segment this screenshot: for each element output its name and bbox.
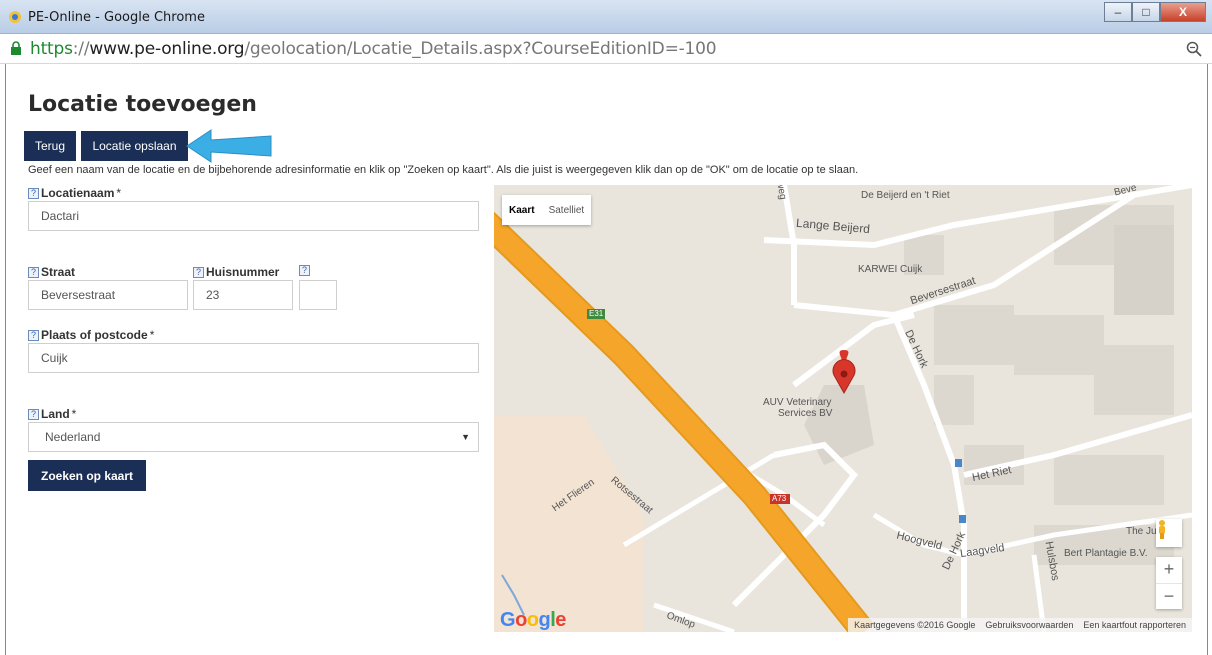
search-on-map-button[interactable]: Zoeken op kaart [28, 460, 146, 491]
help-icon[interactable]: ? [28, 408, 39, 420]
app-icon [9, 11, 21, 23]
map-label-marker-2: Services BV [778, 408, 833, 419]
pegman-figure [1159, 520, 1165, 539]
locatienaam-label: ? Locatienaam * [28, 186, 121, 200]
google-logo-letter: G [500, 609, 516, 631]
zoom-out-button[interactable]: − [1156, 582, 1182, 610]
map-label-the-ju: The Ju [1126, 526, 1157, 537]
toevoeging-input[interactable] [299, 280, 337, 310]
close-button[interactable]: X [1160, 2, 1206, 22]
minimize-button[interactable]: – [1104, 2, 1132, 22]
instruction-text: Geef een naam van de locatie en de bijbe… [28, 164, 859, 176]
map-type-control: Kaart Satelliet [502, 195, 592, 225]
map-type-kaart[interactable]: Kaart [502, 195, 542, 225]
url-scheme: https [30, 39, 73, 59]
required-marker: * [71, 407, 77, 421]
huisnummer-value: 23 [206, 288, 220, 302]
window-title: PE-Online - Google Chrome [28, 10, 205, 25]
help-icon[interactable]: ? [193, 266, 204, 278]
window-titlebar: PE-Online - Google Chrome – □ X [0, 0, 1212, 34]
google-logo-letter: o [526, 609, 539, 631]
map-label-e31: E31 [589, 309, 604, 318]
map-label-marker-1: AUV Veterinary [763, 397, 832, 408]
straat-value: Beversestraat [41, 288, 116, 302]
map-label-beijerd: De Beijerd en 't Riet [861, 190, 950, 201]
help-icon[interactable]: ? [28, 187, 39, 199]
window-border-right [1207, 64, 1208, 655]
plaats-label: ? Plaats of postcode * [28, 328, 154, 342]
window-border-left [5, 64, 6, 655]
locatienaam-value: Dactari [41, 209, 80, 223]
help-icon[interactable]: ? [299, 265, 310, 276]
land-label: ? Land * [28, 407, 76, 421]
maximize-button[interactable]: □ [1132, 2, 1160, 22]
map-canvas [494, 185, 1192, 632]
url-separator: :// [72, 39, 90, 59]
map-terms-link[interactable]: Gebruiksvoorwaarden [985, 620, 1073, 630]
url-path: /geolocation/Locatie_Details.aspx?Course… [244, 39, 717, 59]
map-label-weg: weg [774, 185, 789, 201]
address-bar[interactable]: https://www.pe-online.org/geolocation/Lo… [0, 34, 1212, 64]
map-report-link[interactable]: Een kaartfout rapporteren [1083, 620, 1186, 630]
zoom-control: + − [1156, 557, 1182, 609]
window-controls: – □ X [1104, 2, 1206, 22]
back-button[interactable]: Terug [24, 131, 76, 161]
lock-icon [11, 41, 21, 55]
huisnummer-input[interactable]: 23 [193, 280, 293, 310]
url-host: www.pe-online.org [89, 39, 245, 59]
google-logo: Google [500, 609, 566, 632]
map-label-bert-plantagie: Bert Plantagie B.V. [1064, 548, 1148, 559]
map-label-karwei: KARWEI Cuijk [858, 264, 923, 275]
help-icon[interactable]: ? [28, 329, 39, 341]
straat-label: ? Straat [28, 265, 75, 279]
straat-label-text: Straat [41, 265, 76, 279]
locatienaam-input[interactable]: Dactari [28, 201, 479, 231]
map-footer: Kaartgegevens ©2016 Google Gebruiksvoorw… [848, 618, 1192, 632]
huisnummer-label: ? Huisnummer [193, 265, 279, 279]
page-title: Locatie toevoegen [28, 92, 257, 117]
google-logo-letter: o [515, 609, 527, 631]
magnifier-icon[interactable] [1186, 41, 1202, 57]
google-logo-letter: e [555, 609, 566, 631]
zoom-in-button[interactable]: + [1156, 557, 1182, 583]
plaats-value: Cuijk [41, 351, 68, 365]
plaats-input[interactable]: Cuijk [28, 343, 479, 373]
locatienaam-label-text: Locatienaam [41, 186, 115, 200]
pointer-arrow-icon [186, 129, 272, 163]
huisnummer-label-text: Huisnummer [206, 265, 280, 279]
toevoeging-label: ? [299, 265, 310, 276]
land-select[interactable]: Nederland ▼ [28, 422, 479, 452]
save-location-button[interactable]: Locatie opslaan [81, 131, 188, 161]
dropdown-arrow-icon: ▼ [461, 432, 470, 442]
land-label-text: Land [41, 407, 70, 421]
plaats-label-text: Plaats of postcode [41, 328, 148, 342]
land-value: Nederland [45, 430, 101, 444]
pegman-icon[interactable] [1156, 519, 1182, 547]
straat-input[interactable]: Beversestraat [28, 280, 188, 310]
google-logo-letter: g [538, 609, 551, 631]
help-icon[interactable]: ? [28, 266, 39, 278]
map-type-satellite[interactable]: Satelliet [542, 195, 592, 225]
url-text[interactable]: https://www.pe-online.org/geolocation/Lo… [30, 39, 717, 59]
required-marker: * [116, 186, 122, 200]
map-view[interactable]: Kaart Satelliet De Beijerd en 't Riet Be… [494, 185, 1192, 632]
map-label-a73: A73 [772, 494, 787, 503]
map-data-attribution: Kaartgegevens ©2016 Google [854, 620, 976, 630]
required-marker: * [149, 328, 155, 342]
